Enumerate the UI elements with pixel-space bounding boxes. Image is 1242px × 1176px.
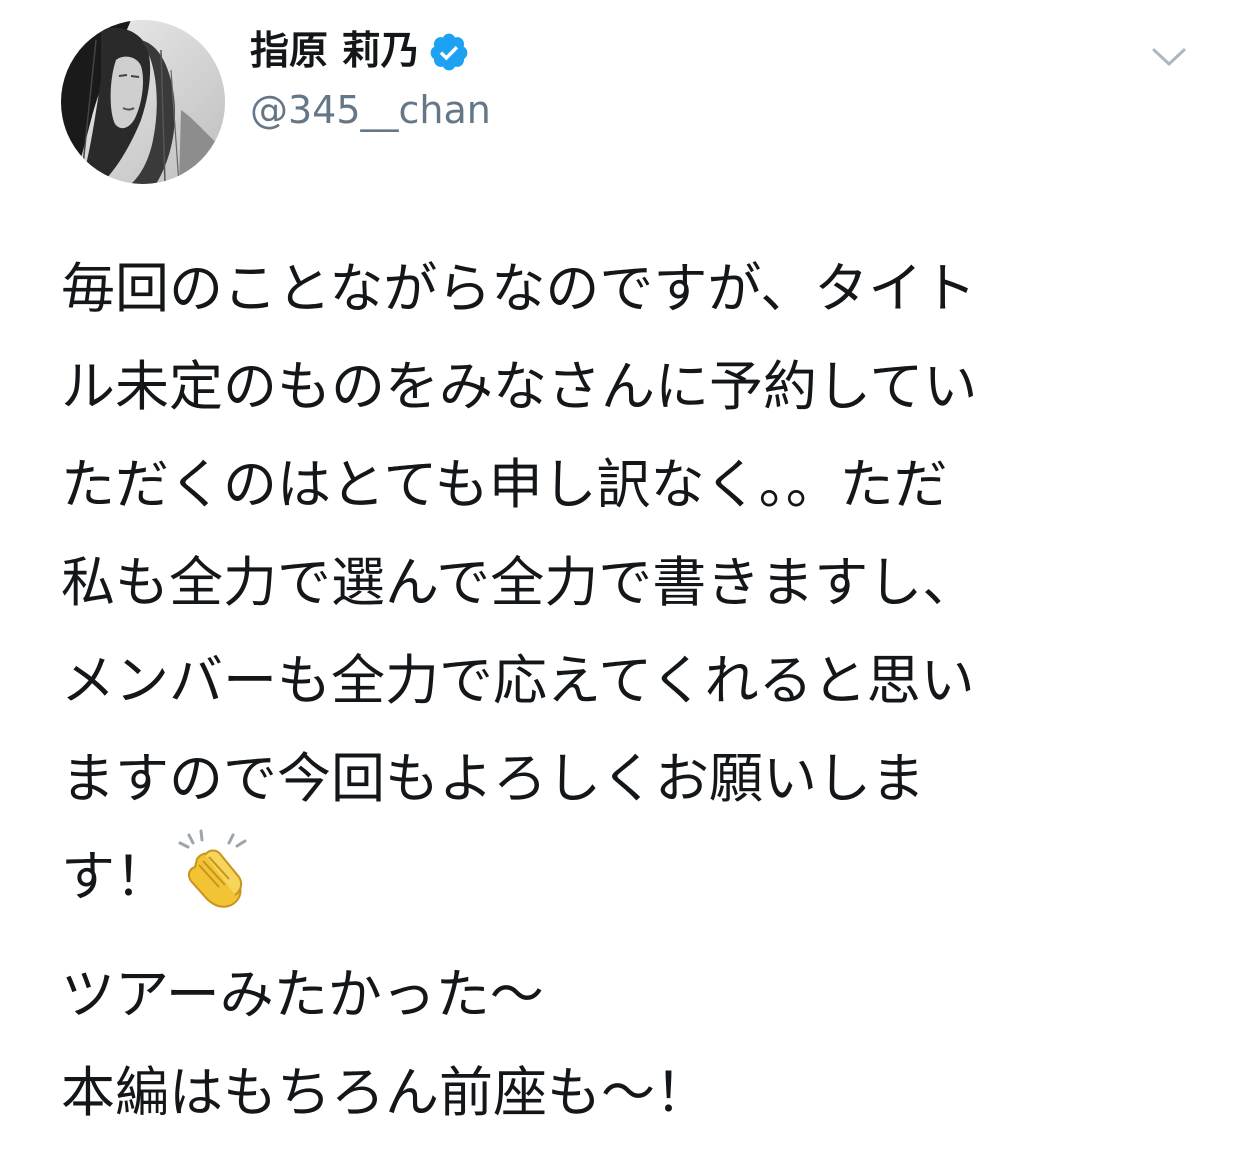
tweet-line: ル未定のものをみなさんに予約してい xyxy=(61,355,978,418)
tweet-text: 毎回のことながらなのですが、タイト ル未定のものをみなさんに予約してい ただくの… xyxy=(61,240,1181,1142)
tweet-line-with-emoji: す！ xyxy=(61,828,1181,926)
clapping-hands-emoji xyxy=(178,829,247,908)
tweet-header: 指原 莉乃 @345__chan xyxy=(0,0,1242,190)
tweet-line: 毎回のことながらなのですが、タイト xyxy=(61,257,977,320)
tweet-line: 本編はもちろん前座も〜！ xyxy=(61,1061,709,1124)
chevron-down-icon[interactable] xyxy=(1148,40,1190,74)
verified-badge-icon xyxy=(430,33,467,71)
tweet-line: メンバーも全力で応えてくれると思い xyxy=(61,649,975,712)
tweet-line: ますので今回もよろしくお願いしま xyxy=(61,747,925,810)
user-handle[interactable]: @345__chan xyxy=(250,84,491,136)
tweet-line: ツアーみたかった〜 xyxy=(61,963,544,1026)
tweet-line: す！ xyxy=(61,845,169,908)
avatar[interactable] xyxy=(61,20,225,184)
tweet-line: ただくのはとても申し訳なく。。ただ xyxy=(61,453,948,516)
display-name[interactable]: 指原 莉乃 xyxy=(250,26,420,78)
name-row: 指原 莉乃 xyxy=(250,26,470,78)
tweet-line: 私も全力で選んで全力で書きますし、 xyxy=(61,551,977,614)
